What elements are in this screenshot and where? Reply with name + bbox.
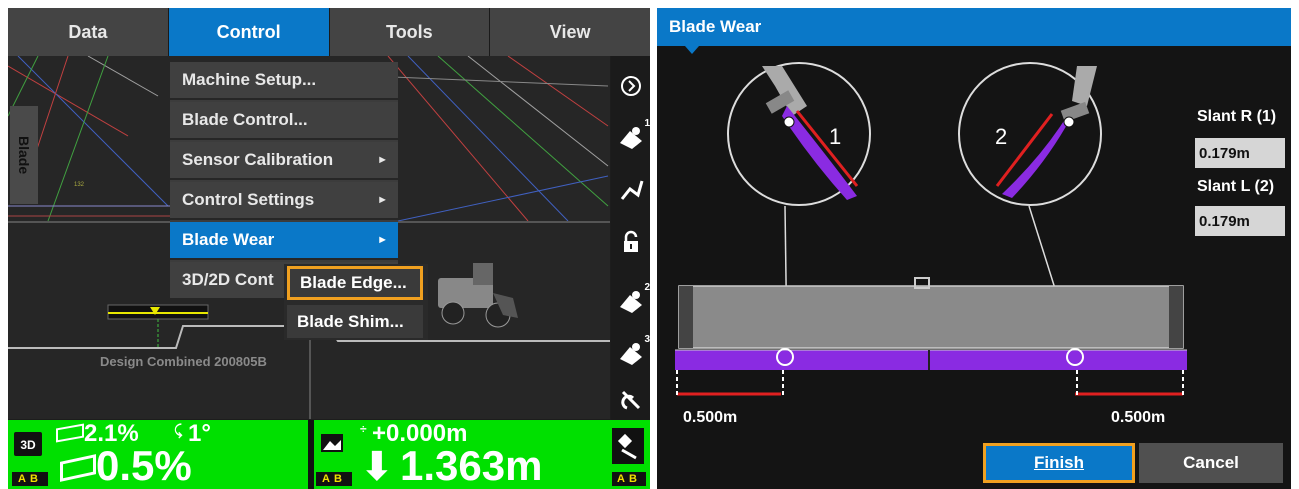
menu-item-machine-setup[interactable]: Machine Setup...: [170, 62, 398, 100]
slant-l-field[interactable]: 0.179m: [1195, 206, 1285, 236]
submenu-arrow-icon: ►: [377, 234, 388, 246]
submenu-item-blade-edge[interactable]: Blade Edge...: [287, 266, 423, 300]
submenu-item-blade-shim[interactable]: Blade Shim...: [287, 305, 423, 338]
grader-icon: [438, 263, 518, 328]
cross-slope-icon: [56, 423, 84, 443]
status-bar: 3D AB 2.1% ⤹ 1° 0.5% AB ÷ +0.000m ⬇ 1.36…: [8, 420, 650, 489]
measure-tool-icon[interactable]: [611, 378, 650, 422]
badge-1: 1: [644, 118, 650, 129]
mode-3d-icon[interactable]: 3D: [12, 428, 46, 460]
left-edge-detail: 2: [958, 62, 1102, 206]
menu-item-control-settings[interactable]: Control Settings ►: [170, 182, 398, 220]
circle-left-number: 2: [995, 124, 1007, 149]
elevation-offset-icon: ÷: [360, 422, 367, 436]
menu-item-label: Machine Setup...: [182, 70, 317, 89]
ab-badge-left: AB: [12, 472, 48, 486]
tab-tools[interactable]: Tools: [329, 8, 491, 56]
dialog-title: Blade Wear: [657, 8, 1291, 46]
cut-fill-down-arrow-icon: ⬇: [360, 445, 394, 489]
menu-item-sensor-calibration[interactable]: Sensor Calibration ►: [170, 142, 398, 180]
ab-badge-center: AB: [316, 472, 352, 486]
surface-3-icon[interactable]: 3: [611, 330, 650, 374]
alignment-icon[interactable]: [611, 168, 650, 212]
finish-button[interactable]: Finish: [983, 443, 1135, 483]
cancel-button[interactable]: Cancel: [1139, 443, 1283, 483]
status-divider: [308, 420, 314, 489]
blade-view-label[interactable]: Blade: [10, 106, 38, 204]
circle-right-number: 1: [829, 124, 841, 149]
design-label: Design Combined 200805B: [100, 354, 267, 369]
menu-item-label: Blade Control...: [182, 110, 308, 129]
tab-data[interactable]: Data: [8, 8, 169, 56]
surface-1-icon[interactable]: 1: [611, 114, 650, 158]
menu-bar: Data Control Tools View: [8, 8, 650, 64]
surface-2-icon[interactable]: 2: [611, 278, 650, 322]
menu-item-label: 3D/2D Cont: [182, 270, 274, 289]
submenu-item-label: Blade Shim...: [297, 311, 404, 331]
side-toolbar: 1 2 3: [611, 56, 650, 420]
submenu-arrow-icon: ►: [377, 154, 388, 166]
satellite-icon[interactable]: [612, 428, 644, 464]
blade-wear-submenu: Blade Edge... Blade Shim...: [284, 264, 428, 340]
tab-view[interactable]: View: [490, 8, 650, 56]
right-edge-detail: 1: [727, 62, 871, 206]
plan-mark: 132: [74, 182, 85, 188]
blade-wear-diagram: 1 2 0.500m 0.500m: [675, 62, 1187, 426]
submenu-arrow-icon: ►: [377, 194, 388, 206]
next-arrow-icon[interactable]: [611, 64, 650, 108]
svg-text:3D: 3D: [20, 438, 36, 452]
slant-r-field[interactable]: 0.179m: [1195, 138, 1285, 168]
main-slope-value: 0.5%: [96, 442, 192, 489]
surface-image-icon[interactable]: [320, 432, 344, 454]
edge-left-value: 0.500m: [683, 409, 737, 426]
slant-r-label: Slant R (1): [1197, 108, 1277, 125]
badge-3: 3: [644, 334, 650, 345]
cut-fill-value: 1.363m: [400, 442, 543, 489]
menu-item-label: Control Settings: [182, 190, 315, 209]
slant-l-label: Slant L (2): [1197, 178, 1275, 195]
main-slope-icon: [60, 454, 96, 482]
blade-body: [675, 277, 1187, 396]
lock-icon[interactable]: [611, 220, 650, 264]
menu-item-blade-control[interactable]: Blade Control...: [170, 102, 398, 140]
ab-badge-right: AB: [612, 472, 646, 486]
menu-item-label: Sensor Calibration: [182, 150, 334, 169]
menu-item-blade-wear[interactable]: Blade Wear ►: [170, 222, 398, 260]
rotation-icon: ⤹: [174, 422, 183, 438]
tab-control[interactable]: Control: [168, 8, 330, 64]
machine-control-screen: Data Control Tools View 132 Blade Design…: [8, 8, 650, 489]
submenu-item-label: Blade Edge...: [300, 273, 407, 292]
edge-right-value: 0.500m: [1111, 409, 1165, 426]
menu-item-label: Blade Wear: [182, 230, 275, 249]
blade-wear-dialog: Blade Wear 1 2 0.500m 0.500m Slant R (1)…: [657, 8, 1291, 489]
badge-2: 2: [644, 282, 650, 293]
